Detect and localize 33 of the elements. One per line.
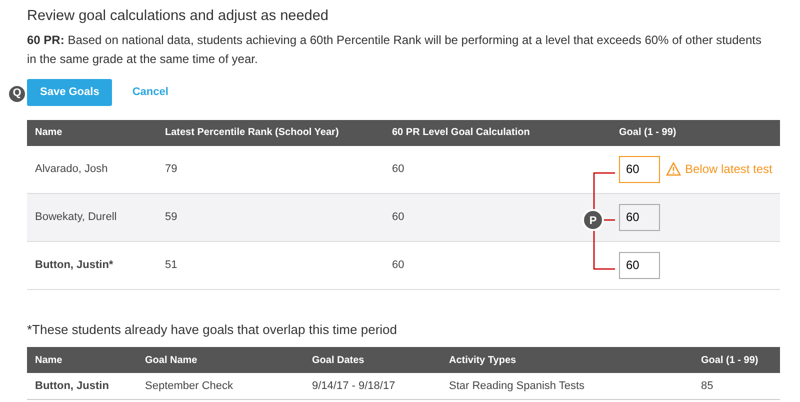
callout-marker: P: [589, 214, 597, 227]
table-cell-text: Star Reading Spanish Tests: [448, 379, 586, 394]
column-header: Goal (1 - 99): [618, 126, 678, 140]
callout-marker: Q: [7, 84, 27, 104]
description-text: 60 PR: Based on national data, students achieving a 60th Percentile Rank will be performing at a level that exceeds 60% of other students in the same grade at the same time of year.: [27, 32, 762, 68]
goal-input[interactable]: 60: [619, 156, 660, 183]
table-cell-text: 9/14/17 - 9/18/17: [311, 379, 396, 394]
table-cell-text: 60: [391, 210, 406, 225]
goal-input[interactable]: 60: [619, 204, 660, 231]
column-header: Name: [34, 126, 64, 140]
table-cell-text: September Check: [144, 379, 234, 394]
column-header: Goal Dates: [311, 354, 366, 368]
student-name: Alvarado, Josh: [34, 162, 109, 177]
column-header: Goal (1 - 99): [700, 354, 760, 368]
column-header: Activity Types: [448, 354, 518, 368]
table-cell-text: 60: [391, 162, 406, 177]
table-cell-text: 79: [164, 162, 178, 177]
page-heading: Review goal calculations and adjust as needed: [27, 7, 330, 26]
table-cell-text: 59: [164, 210, 178, 225]
student-name: Button, Justin: [34, 379, 110, 394]
goal-input[interactable]: 60: [619, 252, 660, 279]
warning-message: Below latest test: [685, 161, 772, 178]
student-name: Button, Justin*: [34, 258, 114, 273]
column-header: 60 PR Level Goal Calculation: [391, 126, 531, 140]
table-cell-text: 85: [700, 379, 714, 394]
column-header: Latest Percentile Rank (School Year): [164, 126, 340, 140]
table-cell-text: 51: [164, 258, 178, 273]
table-cell-text: 60: [391, 258, 406, 273]
overlap-note: *These students already have goals that overlap this time period: [27, 320, 398, 339]
warning-icon: [666, 162, 681, 176]
student-name: Bowekaty, Durell: [34, 210, 118, 225]
column-header: Name: [34, 354, 64, 368]
column-header: Goal Name: [144, 354, 198, 368]
